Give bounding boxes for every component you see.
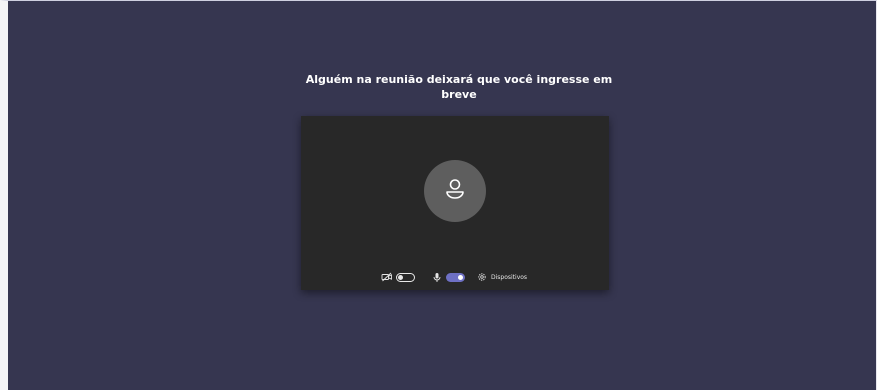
microphone-toggle[interactable] bbox=[446, 272, 465, 282]
camera-off-icon bbox=[381, 271, 393, 283]
user-avatar bbox=[424, 160, 486, 222]
lobby-screen: Alguém na reunião deixará que você ingre… bbox=[0, 0, 877, 390]
person-icon bbox=[446, 179, 464, 199]
devices-button[interactable]: Dispositivos bbox=[491, 274, 527, 281]
video-preview: Dispositivos bbox=[301, 116, 609, 290]
media-controls: Dispositivos bbox=[381, 270, 527, 284]
camera-toggle[interactable] bbox=[396, 272, 415, 282]
lobby-heading: Alguém na reunião deixará que você ingre… bbox=[305, 73, 613, 101]
microphone-icon bbox=[431, 271, 443, 283]
gear-icon[interactable] bbox=[476, 271, 488, 283]
